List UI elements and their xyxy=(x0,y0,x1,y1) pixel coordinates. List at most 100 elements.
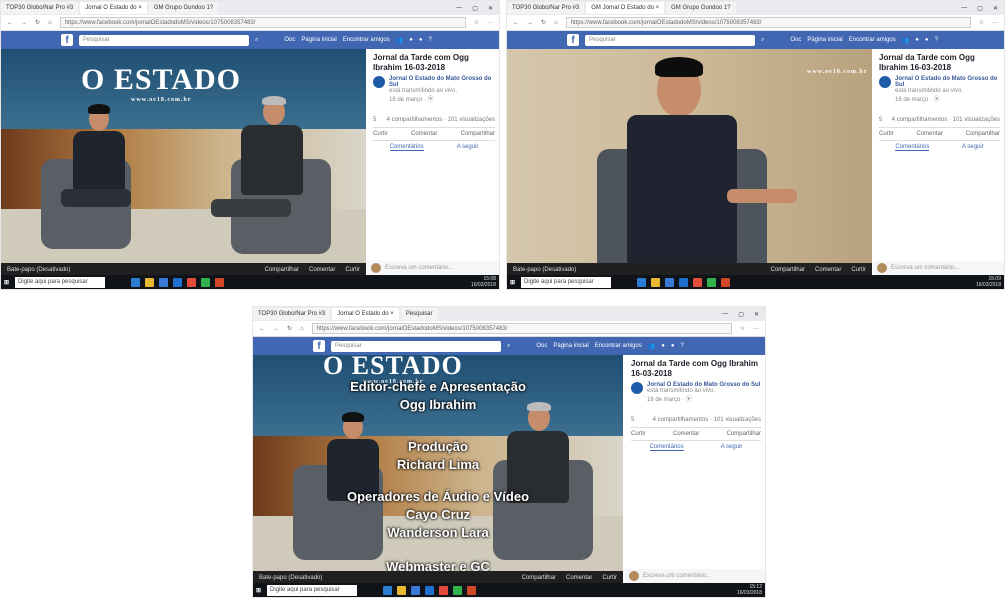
browser-tab[interactable]: TOP30 Globo/Nar Pro #3 xyxy=(1,2,79,14)
nav-find-friends[interactable]: Encontrar amigos xyxy=(595,343,642,350)
video-share-button[interactable]: Compartilhar xyxy=(265,267,299,273)
mail-icon[interactable] xyxy=(425,585,435,595)
nav-find-friends[interactable]: Encontrar amigos xyxy=(343,37,390,44)
file-explorer-icon[interactable] xyxy=(651,277,661,287)
help-icon[interactable]: ? xyxy=(429,37,432,44)
back-icon[interactable]: ← xyxy=(259,326,265,332)
browser-tab[interactable]: TOP30 Globo/Nar Pro #3 xyxy=(507,2,585,14)
nav-home[interactable]: Página inicial xyxy=(553,343,588,350)
comment-button[interactable]: Comentar xyxy=(916,131,942,137)
search-icon[interactable]: ⌕ xyxy=(761,37,764,44)
comment-button[interactable]: Comentar xyxy=(411,131,437,137)
facebook-search-input[interactable]: Pesquisar xyxy=(79,34,249,46)
windows-start-icon[interactable]: ⊞ xyxy=(510,279,515,286)
browser-tab-active[interactable]: Jornal O Estado do × xyxy=(80,2,147,14)
forward-icon[interactable]: → xyxy=(527,20,533,26)
minimize-icon[interactable]: — xyxy=(961,5,967,12)
tab-up-next[interactable]: A seguir xyxy=(721,444,743,451)
friends-icon[interactable]: 👥 xyxy=(902,37,909,44)
comment-input[interactable]: Escreva um comentário... xyxy=(891,265,959,271)
messenger-icon[interactable]: ● xyxy=(661,343,665,350)
reaction-count[interactable]: 5 xyxy=(373,117,376,123)
system-clock[interactable]: 15:09 16/03/2018 xyxy=(976,276,1001,288)
video-comment-button[interactable]: Comentar xyxy=(309,267,335,273)
facebook-logo-icon[interactable]: f xyxy=(567,34,579,46)
browser-tab[interactable]: Pesquisar xyxy=(400,308,438,320)
tab-up-next[interactable]: A seguir xyxy=(457,144,479,151)
home-icon[interactable]: ⌂ xyxy=(48,20,52,26)
video-player[interactable]: O ESTADO www.oe18.com.br Editor-chefe e … xyxy=(253,355,623,585)
minimize-icon[interactable]: — xyxy=(456,5,462,12)
comment-button[interactable]: Comentar xyxy=(673,431,699,437)
refresh-icon[interactable]: ↻ xyxy=(287,325,292,332)
close-icon[interactable]: ✕ xyxy=(488,5,493,12)
tab-comments[interactable]: Comentários xyxy=(649,444,684,452)
tab-comments[interactable]: Comentários xyxy=(895,144,930,152)
powerpoint-icon[interactable] xyxy=(467,585,477,595)
close-icon[interactable]: ✕ xyxy=(754,311,759,318)
notifications-icon[interactable]: ● xyxy=(925,37,929,44)
chrome-icon[interactable] xyxy=(693,277,703,287)
video-player[interactable]: www.oe18.com.br xyxy=(507,49,872,277)
browser-tab[interactable]: GM Grupo Gundoo 1? xyxy=(148,2,219,14)
chrome-icon[interactable] xyxy=(439,585,449,595)
powerpoint-icon[interactable] xyxy=(721,277,731,287)
nav-find-friends[interactable]: Encontrar amigos xyxy=(849,37,896,44)
edge-icon[interactable] xyxy=(637,277,647,287)
home-icon[interactable]: ⌂ xyxy=(554,20,558,26)
notifications-icon[interactable]: ● xyxy=(419,37,423,44)
video-like-button[interactable]: Curtir xyxy=(602,575,617,581)
minimize-icon[interactable]: — xyxy=(722,311,728,318)
url-field[interactable]: https://www.facebook.com/jornalOEstadodo… xyxy=(565,17,971,28)
search-icon[interactable]: ⌕ xyxy=(255,37,258,44)
refresh-icon[interactable]: ↻ xyxy=(35,19,40,26)
chrome-icon[interactable] xyxy=(187,277,197,287)
forward-icon[interactable]: → xyxy=(273,326,279,332)
search-icon[interactable]: ⌕ xyxy=(507,343,510,350)
more-icon[interactable]: ··· xyxy=(992,20,998,26)
file-explorer-icon[interactable] xyxy=(397,585,407,595)
video-player[interactable]: O ESTADO www.oe18.com.br xyxy=(1,49,366,277)
more-icon[interactable]: ··· xyxy=(487,20,493,26)
help-icon[interactable]: ? xyxy=(681,343,684,350)
messenger-icon[interactable]: ● xyxy=(915,37,919,44)
more-icon[interactable]: ··· xyxy=(753,326,759,332)
reaction-count[interactable]: 5 xyxy=(631,417,634,423)
page-avatar[interactable] xyxy=(373,76,385,89)
facebook-logo-icon[interactable]: f xyxy=(61,34,73,46)
share-button[interactable]: Compartilhar xyxy=(966,131,1000,137)
video-like-button[interactable]: Curtir xyxy=(345,267,360,273)
nav-home[interactable]: Página inicial xyxy=(301,37,336,44)
video-share-button[interactable]: Compartilhar xyxy=(522,575,556,581)
url-field[interactable]: https://www.facebook.com/jornalOEstadodo… xyxy=(311,323,732,334)
browser-tab[interactable]: GM Grupo Gundoo 1? xyxy=(666,2,736,14)
maximize-icon[interactable]: ▢ xyxy=(977,5,983,12)
maximize-icon[interactable]: ▢ xyxy=(472,5,478,12)
powerpoint-icon[interactable] xyxy=(215,277,225,287)
comment-input[interactable]: Escreva um comentário... xyxy=(643,573,711,579)
share-button[interactable]: Compartilhar xyxy=(727,431,761,437)
nav-profile[interactable]: Ooc xyxy=(284,37,295,44)
video-comment-button[interactable]: Comentar xyxy=(566,575,592,581)
page-avatar[interactable] xyxy=(631,382,643,395)
taskbar-search-input[interactable]: Digite aqui para pesquisar xyxy=(521,276,612,288)
favorite-star-icon[interactable]: ☆ xyxy=(979,19,984,26)
page-name-link[interactable]: Jornal O Estado do Mato Grosso do Sul xyxy=(895,76,1000,88)
system-clock[interactable]: 15:12 16/03/2018 xyxy=(737,584,762,596)
whatsapp-icon[interactable] xyxy=(707,277,717,287)
close-icon[interactable]: ✕ xyxy=(993,5,998,12)
like-button[interactable]: Curtir xyxy=(373,131,388,137)
back-icon[interactable]: ← xyxy=(7,20,13,26)
back-icon[interactable]: ← xyxy=(513,20,519,26)
nav-home[interactable]: Página inicial xyxy=(807,37,842,44)
like-button[interactable]: Curtir xyxy=(631,431,646,437)
friends-icon[interactable]: 👥 xyxy=(396,37,403,44)
forward-icon[interactable]: → xyxy=(21,20,27,26)
tab-up-next[interactable]: A seguir xyxy=(962,144,984,151)
messenger-icon[interactable]: ● xyxy=(409,37,413,44)
browser-tab[interactable]: TOP30 Globo/Nar Pro #3 xyxy=(253,308,331,320)
favorite-star-icon[interactable]: ☆ xyxy=(740,325,745,332)
store-icon[interactable] xyxy=(159,277,169,287)
whatsapp-icon[interactable] xyxy=(453,585,463,595)
page-avatar[interactable] xyxy=(879,76,891,89)
